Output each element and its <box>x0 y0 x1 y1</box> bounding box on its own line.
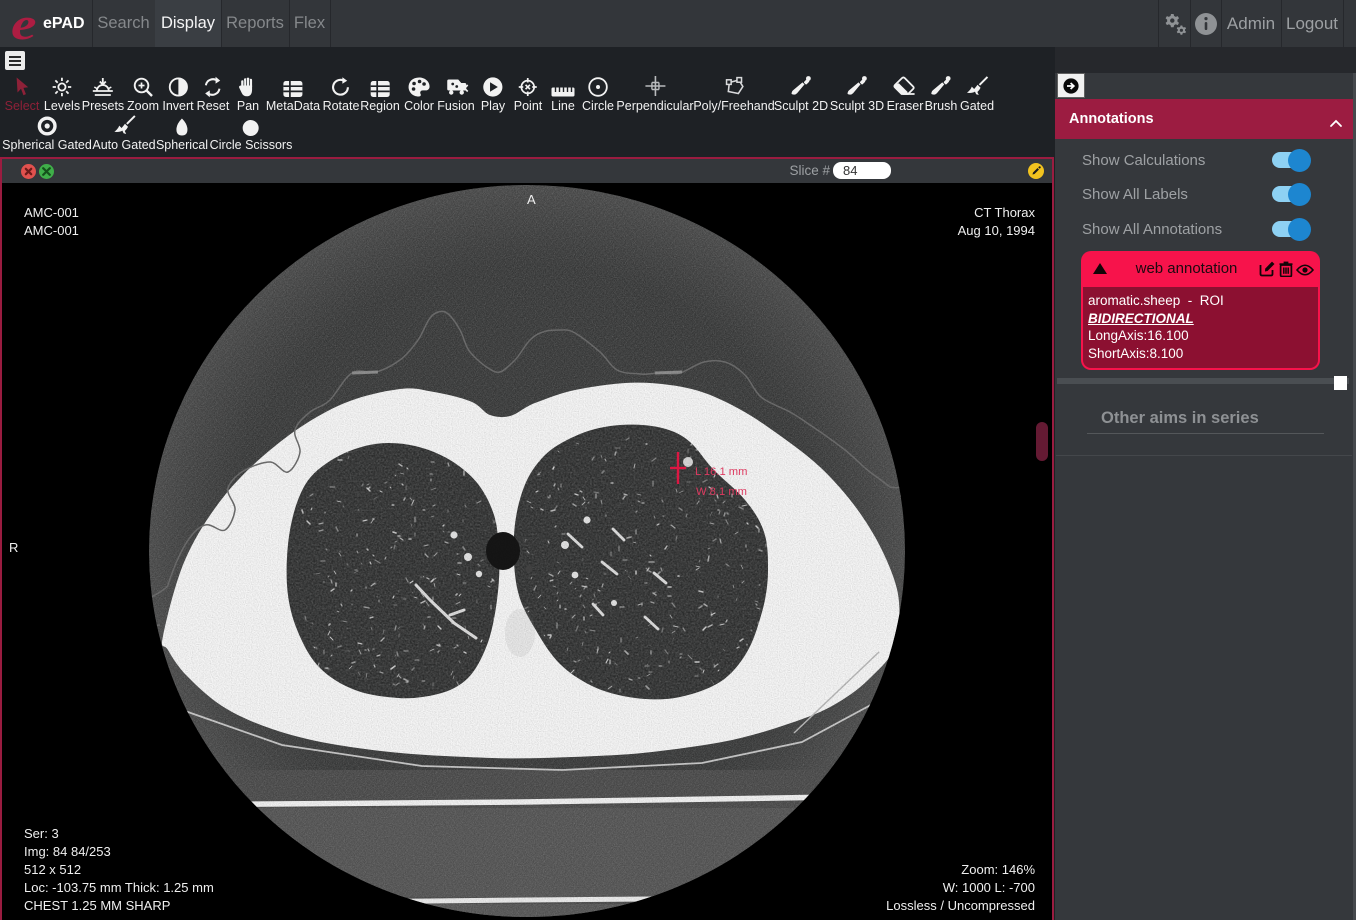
svg-text:W 8.1 mm: W 8.1 mm <box>696 486 747 498</box>
svg-text:L 16.1 mm: L 16.1 mm <box>695 466 747 478</box>
